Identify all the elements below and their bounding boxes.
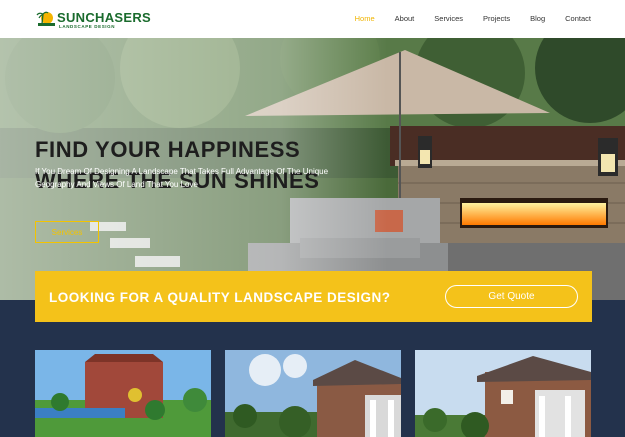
site-header: SUNCHASERS LANDSCAPE DESIGN Home About S… xyxy=(0,0,625,38)
nav-home[interactable]: Home xyxy=(355,14,375,23)
project-image-house-side xyxy=(415,350,591,437)
hero-description: If You Dream Of Designing A Landscape Th… xyxy=(35,167,329,189)
cta-banner: LOOKING FOR A QUALITY LANDSCAPE DESIGN? … xyxy=(35,271,592,322)
nav-contact[interactable]: Contact xyxy=(565,14,591,23)
nav-services[interactable]: Services xyxy=(434,14,463,23)
project-image-house-front xyxy=(225,350,401,437)
hero-title-line1: FIND YOUR HAPPINESS xyxy=(35,137,301,162)
nav-about[interactable]: About xyxy=(395,14,415,23)
site-logo[interactable]: SUNCHASERS LANDSCAPE DESIGN xyxy=(35,8,151,30)
brand-tagline: LANDSCAPE DESIGN xyxy=(59,24,116,29)
get-quote-button[interactable]: Get Quote xyxy=(445,285,578,308)
main-nav: Home About Services Projects Blog Contac… xyxy=(335,14,591,23)
brand-name: SUNCHASERS xyxy=(57,10,152,25)
nav-blog[interactable]: Blog xyxy=(530,14,545,23)
services-button[interactable]: Services xyxy=(35,221,99,243)
cta-text: LOOKING FOR A QUALITY LANDSCAPE DESIGN? xyxy=(49,290,391,305)
project-card[interactable] xyxy=(35,350,211,437)
project-card[interactable] xyxy=(225,350,401,437)
project-card[interactable] xyxy=(415,350,591,437)
project-image-3d-render xyxy=(35,350,211,437)
sun-palm-logo-icon xyxy=(36,11,55,26)
nav-projects[interactable]: Projects xyxy=(483,14,510,23)
